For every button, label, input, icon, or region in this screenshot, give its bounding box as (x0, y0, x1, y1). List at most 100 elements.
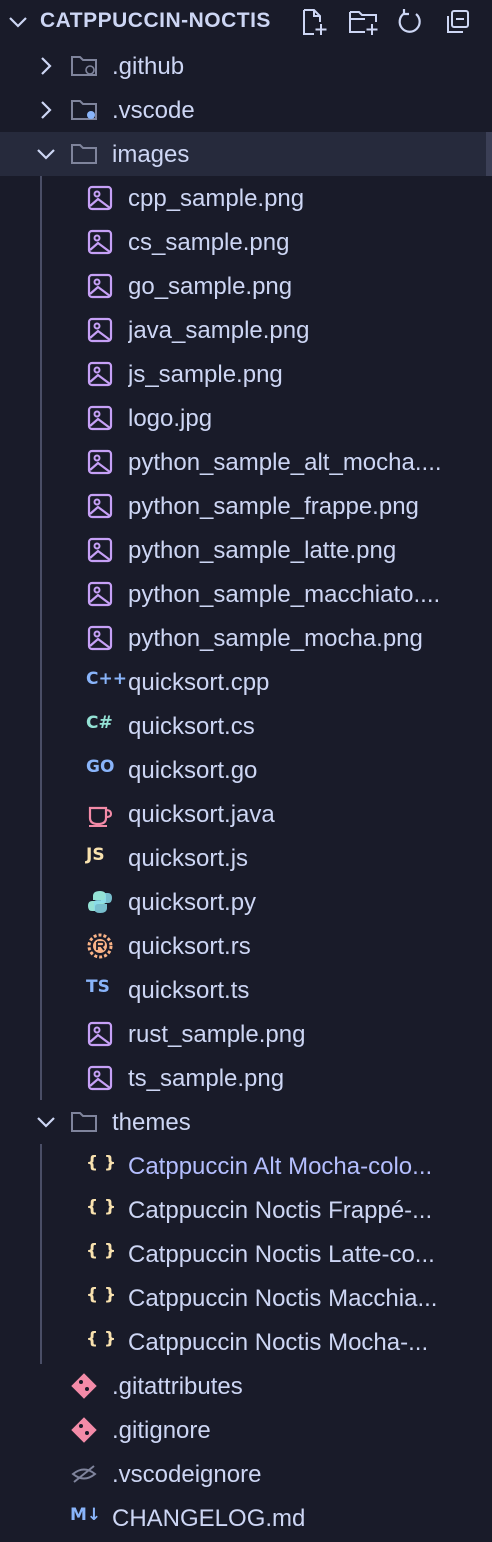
file-label: quicksort.py (128, 889, 257, 916)
file-row[interactable]: logo.jpg (0, 396, 492, 440)
json-icon: { } (86, 1241, 117, 1261)
chevron-down-icon (37, 149, 55, 160)
file-row[interactable]: M↓ CHANGELOG.md (0, 1496, 492, 1540)
folder-themes[interactable]: themes (0, 1100, 492, 1144)
file-row[interactable]: ts_sample.png (0, 1056, 492, 1100)
new-folder-icon (349, 11, 378, 35)
file-label: python_sample_alt_mocha.... (128, 449, 442, 476)
file-label: js_sample.png (128, 361, 283, 388)
image-file-icon (87, 317, 113, 343)
file-row[interactable]: { } Catppuccin Noctis Macchia... (0, 1276, 492, 1320)
scrollbar-thumb[interactable] (486, 132, 492, 176)
file-label: rust_sample.png (128, 1021, 306, 1048)
file-label: cpp_sample.png (128, 185, 305, 212)
file-row[interactable]: python_sample_frappe.png (0, 484, 492, 528)
file-label: .vscodeignore (112, 1461, 262, 1488)
file-row[interactable]: { } Catppuccin Noctis Latte-co... (0, 1232, 492, 1276)
new-file-button[interactable] (298, 6, 330, 38)
file-label: quicksort.ts (128, 977, 250, 1004)
collapse-all-button[interactable] (442, 6, 474, 38)
file-label: cs_sample.png (128, 229, 290, 256)
json-icon: { } (86, 1153, 117, 1173)
file-row[interactable]: python_sample_mocha.png (0, 616, 492, 660)
python-icon (88, 891, 112, 913)
folder-label: .github (112, 53, 185, 80)
file-row[interactable]: { } Catppuccin Noctis Frappé-... (0, 1188, 492, 1232)
file-row[interactable]: quicksort.rs (0, 924, 492, 968)
file-row[interactable]: { } Catppuccin Noctis Mocha-... (0, 1320, 492, 1364)
java-icon (88, 806, 113, 827)
file-row[interactable]: quicksort.py (0, 880, 492, 924)
file-label: python_sample_latte.png (128, 537, 397, 564)
file-label: Catppuccin Noctis Macchia... (128, 1285, 438, 1312)
file-explorer: CATPPUCCIN-NOCTIS .github .vscode images… (0, 0, 492, 1542)
markdown-icon: M↓ (70, 1505, 102, 1525)
typescript-icon: TS (86, 977, 110, 997)
chevron-right-icon (41, 101, 52, 119)
file-label: go_sample.png (128, 273, 293, 300)
git-icon (71, 1417, 97, 1443)
file-label: python_sample_frappe.png (128, 493, 419, 520)
file-label: quicksort.rs (128, 933, 251, 960)
refresh-button[interactable] (394, 6, 426, 38)
file-row[interactable]: python_sample_macchiato.... (0, 572, 492, 616)
ignore-icon (71, 1465, 97, 1483)
cpp-icon: C++ (86, 669, 127, 689)
file-label: .gitattributes (112, 1373, 243, 1400)
file-row[interactable]: python_sample_alt_mocha.... (0, 440, 492, 484)
file-row[interactable]: .gitignore (0, 1408, 492, 1452)
folder-vscode-icon (71, 100, 97, 120)
file-row[interactable]: C# quicksort.cs (0, 704, 492, 748)
file-label: Catppuccin Noctis Latte-co... (128, 1241, 435, 1268)
folder-label: .vscode (112, 97, 195, 124)
file-label: logo.jpg (128, 405, 213, 432)
file-label: quicksort.cpp (128, 669, 270, 696)
folder-github[interactable]: .github (0, 44, 492, 88)
new-file-icon (303, 9, 327, 35)
file-row[interactable]: GO quicksort.go (0, 748, 492, 792)
file-row[interactable]: C++ quicksort.cpp (0, 660, 492, 704)
file-row[interactable]: .vscodeignore (0, 1452, 492, 1496)
folder-open-icon (71, 1112, 97, 1132)
file-row[interactable]: cpp_sample.png (0, 176, 492, 220)
file-row[interactable]: cs_sample.png (0, 220, 492, 264)
image-file-icon (87, 493, 113, 519)
folder-label: images (112, 141, 190, 168)
image-file-icon (87, 361, 113, 387)
file-row[interactable]: js_sample.png (0, 352, 492, 396)
file-row[interactable]: .gitattributes (0, 1364, 492, 1408)
rust-icon (87, 933, 113, 959)
refresh-icon (398, 9, 421, 33)
image-file-icon (87, 273, 113, 299)
folder-open-icon (71, 144, 97, 164)
collapse-all-icon (447, 10, 469, 33)
csharp-icon: C# (86, 713, 113, 733)
file-label: quicksort.go (128, 757, 258, 784)
image-file-icon (87, 625, 113, 651)
chevron-down-icon (37, 1117, 55, 1128)
new-folder-button[interactable] (346, 6, 378, 38)
image-file-icon (87, 1065, 113, 1091)
file-label: quicksort.cs (128, 713, 255, 740)
javascript-icon: JS (86, 845, 105, 865)
image-file-icon (87, 185, 113, 211)
go-icon: GO (86, 757, 115, 777)
folder-vscode[interactable]: .vscode (0, 88, 492, 132)
folder-images[interactable]: images (0, 132, 486, 176)
image-file-icon (87, 449, 113, 475)
folder-github-icon (71, 56, 97, 76)
file-row[interactable]: quicksort.java (0, 792, 492, 836)
chevron-down-icon (9, 17, 27, 28)
file-row[interactable]: python_sample_latte.png (0, 528, 492, 572)
image-file-icon (87, 581, 113, 607)
file-row[interactable]: go_sample.png (0, 264, 492, 308)
file-row[interactable]: JS quicksort.js (0, 836, 492, 880)
file-row[interactable]: { } Catppuccin Alt Mocha-colo... (0, 1144, 492, 1188)
file-label: ts_sample.png (128, 1065, 285, 1092)
file-row[interactable]: rust_sample.png (0, 1012, 492, 1056)
file-label: python_sample_macchiato.... (128, 581, 441, 608)
file-label: Catppuccin Noctis Mocha-... (128, 1329, 429, 1356)
file-row[interactable]: TS quicksort.ts (0, 968, 492, 1012)
file-row[interactable]: java_sample.png (0, 308, 492, 352)
file-label: CHANGELOG.md (112, 1505, 306, 1532)
